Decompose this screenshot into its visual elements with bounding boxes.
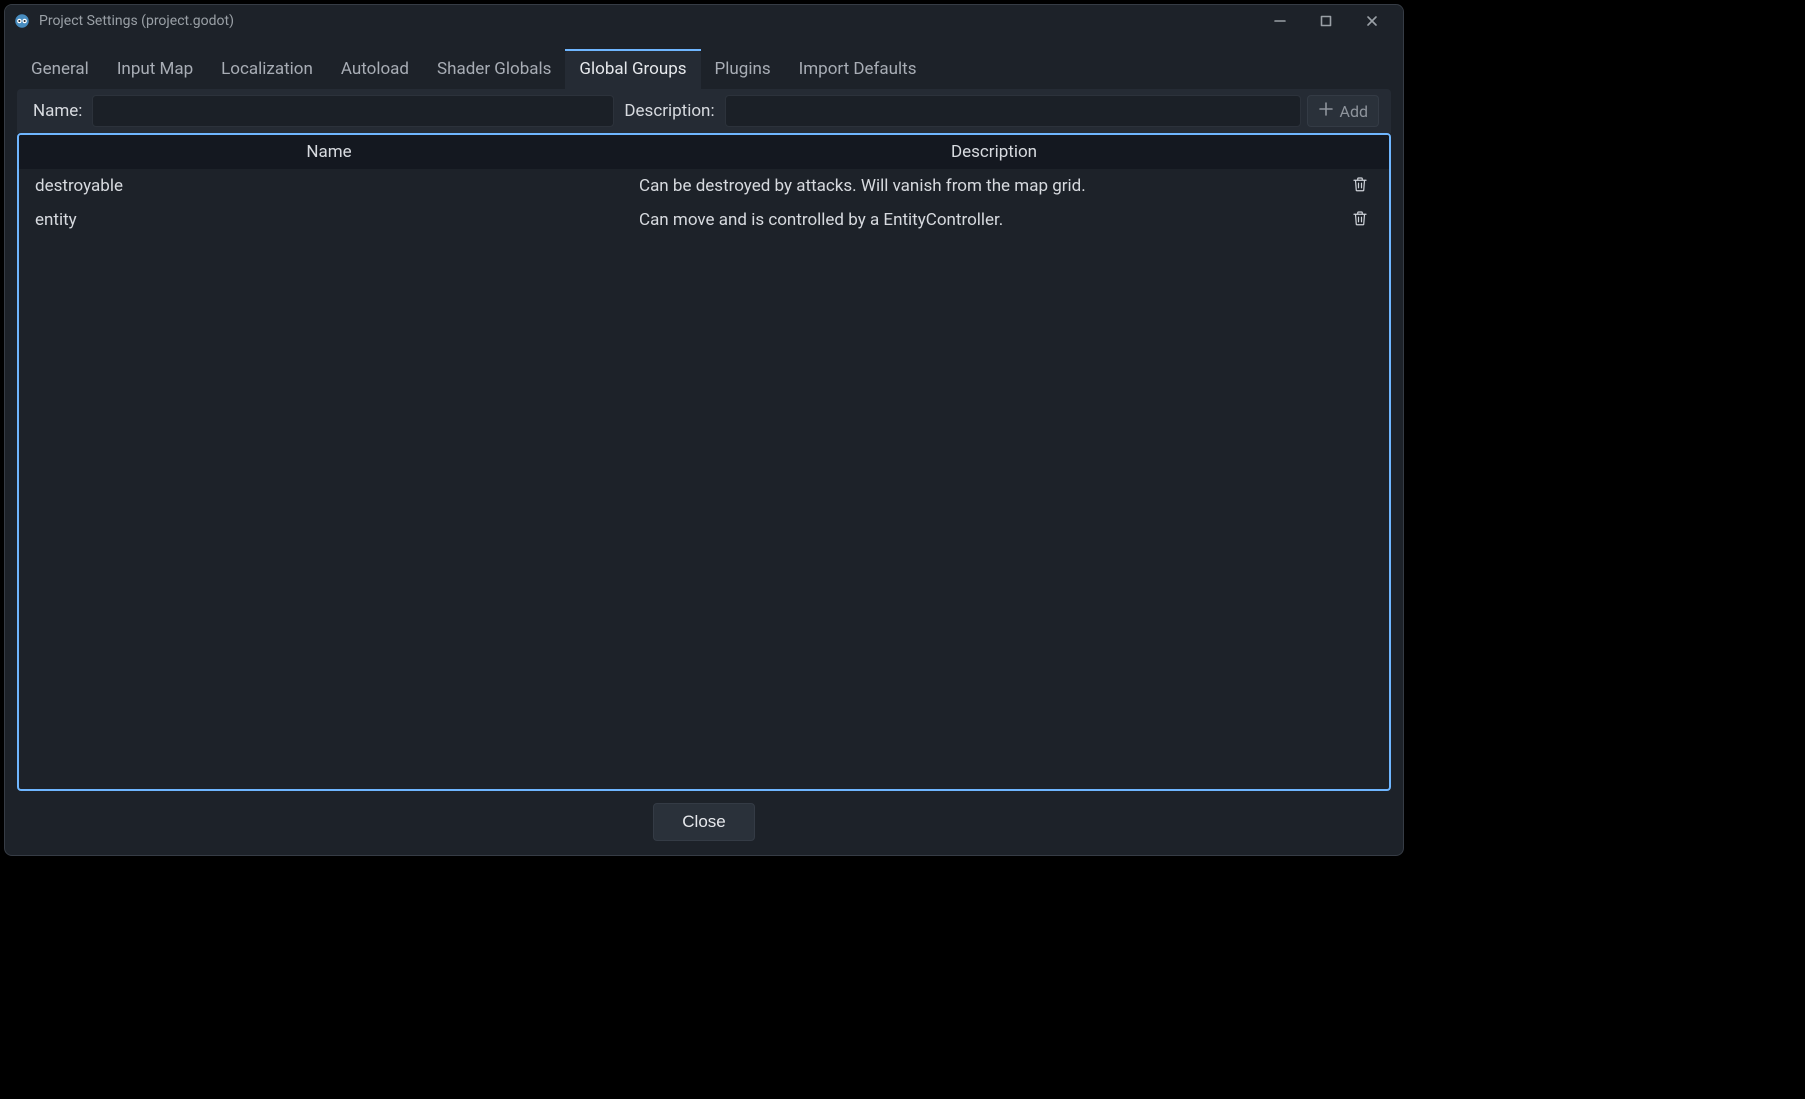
tab-input-map[interactable]: Input Map bbox=[103, 49, 207, 89]
tab-shader-globals[interactable]: Shader Globals bbox=[423, 49, 565, 89]
tab-localization[interactable]: Localization bbox=[207, 49, 327, 89]
tab-label: Input Map bbox=[117, 59, 193, 79]
project-settings-window: Project Settings (project.godot) General… bbox=[4, 4, 1404, 856]
group-description-cell: Can move and is controlled by a EntityCo… bbox=[639, 210, 1343, 230]
tab-label: Import Defaults bbox=[799, 59, 917, 79]
add-group-button[interactable]: Add bbox=[1307, 95, 1379, 127]
name-label: Name: bbox=[29, 101, 86, 121]
delete-group-button[interactable] bbox=[1348, 208, 1372, 232]
tab-plugins[interactable]: Plugins bbox=[701, 49, 785, 89]
add-group-toolbar: Name: Description: Add bbox=[17, 89, 1391, 133]
plus-icon bbox=[1318, 101, 1334, 121]
tab-general[interactable]: General bbox=[17, 49, 103, 89]
trash-icon bbox=[1351, 175, 1369, 198]
dialog-footer: Close bbox=[5, 799, 1403, 855]
column-header-description: Description bbox=[639, 142, 1389, 162]
delete-group-button[interactable] bbox=[1348, 174, 1372, 198]
table-row[interactable]: entityCan move and is controlled by a En… bbox=[19, 203, 1389, 237]
table-row[interactable]: destroyableCan be destroyed by attacks. … bbox=[19, 169, 1389, 203]
groups-table[interactable]: Name Description destroyableCan be destr… bbox=[17, 133, 1391, 791]
group-description-input[interactable] bbox=[725, 95, 1301, 127]
tab-label: General bbox=[31, 59, 89, 79]
description-label: Description: bbox=[620, 101, 718, 121]
close-button[interactable]: Close bbox=[653, 803, 754, 841]
godot-icon bbox=[13, 12, 31, 30]
settings-tabbar: General Input Map Localization Autoload Shad… bbox=[5, 37, 1403, 89]
group-name-cell: destroyable bbox=[35, 176, 639, 196]
window-close-button[interactable] bbox=[1349, 5, 1395, 37]
groups-table-header: Name Description bbox=[19, 135, 1389, 169]
window-title: Project Settings (project.godot) bbox=[39, 13, 234, 29]
group-name-cell: entity bbox=[35, 210, 639, 230]
window-maximize-button[interactable] bbox=[1303, 5, 1349, 37]
trash-icon bbox=[1351, 209, 1369, 232]
add-button-label: Add bbox=[1340, 102, 1368, 121]
tab-global-groups[interactable]: Global Groups bbox=[565, 49, 700, 89]
tab-import-defaults[interactable]: Import Defaults bbox=[785, 49, 931, 89]
tab-label: Plugins bbox=[715, 59, 771, 79]
group-description-cell: Can be destroyed by attacks. Will vanish… bbox=[639, 176, 1343, 196]
groups-table-body: destroyableCan be destroyed by attacks. … bbox=[19, 169, 1389, 789]
titlebar: Project Settings (project.godot) bbox=[5, 5, 1403, 37]
window-minimize-button[interactable] bbox=[1257, 5, 1303, 37]
tab-label: Shader Globals bbox=[437, 59, 551, 79]
tab-label: Autoload bbox=[341, 59, 409, 79]
tab-label: Global Groups bbox=[579, 59, 686, 79]
tab-autoload[interactable]: Autoload bbox=[327, 49, 423, 89]
column-header-name: Name bbox=[19, 142, 639, 162]
tab-label: Localization bbox=[221, 59, 313, 79]
group-name-input[interactable] bbox=[92, 95, 614, 127]
